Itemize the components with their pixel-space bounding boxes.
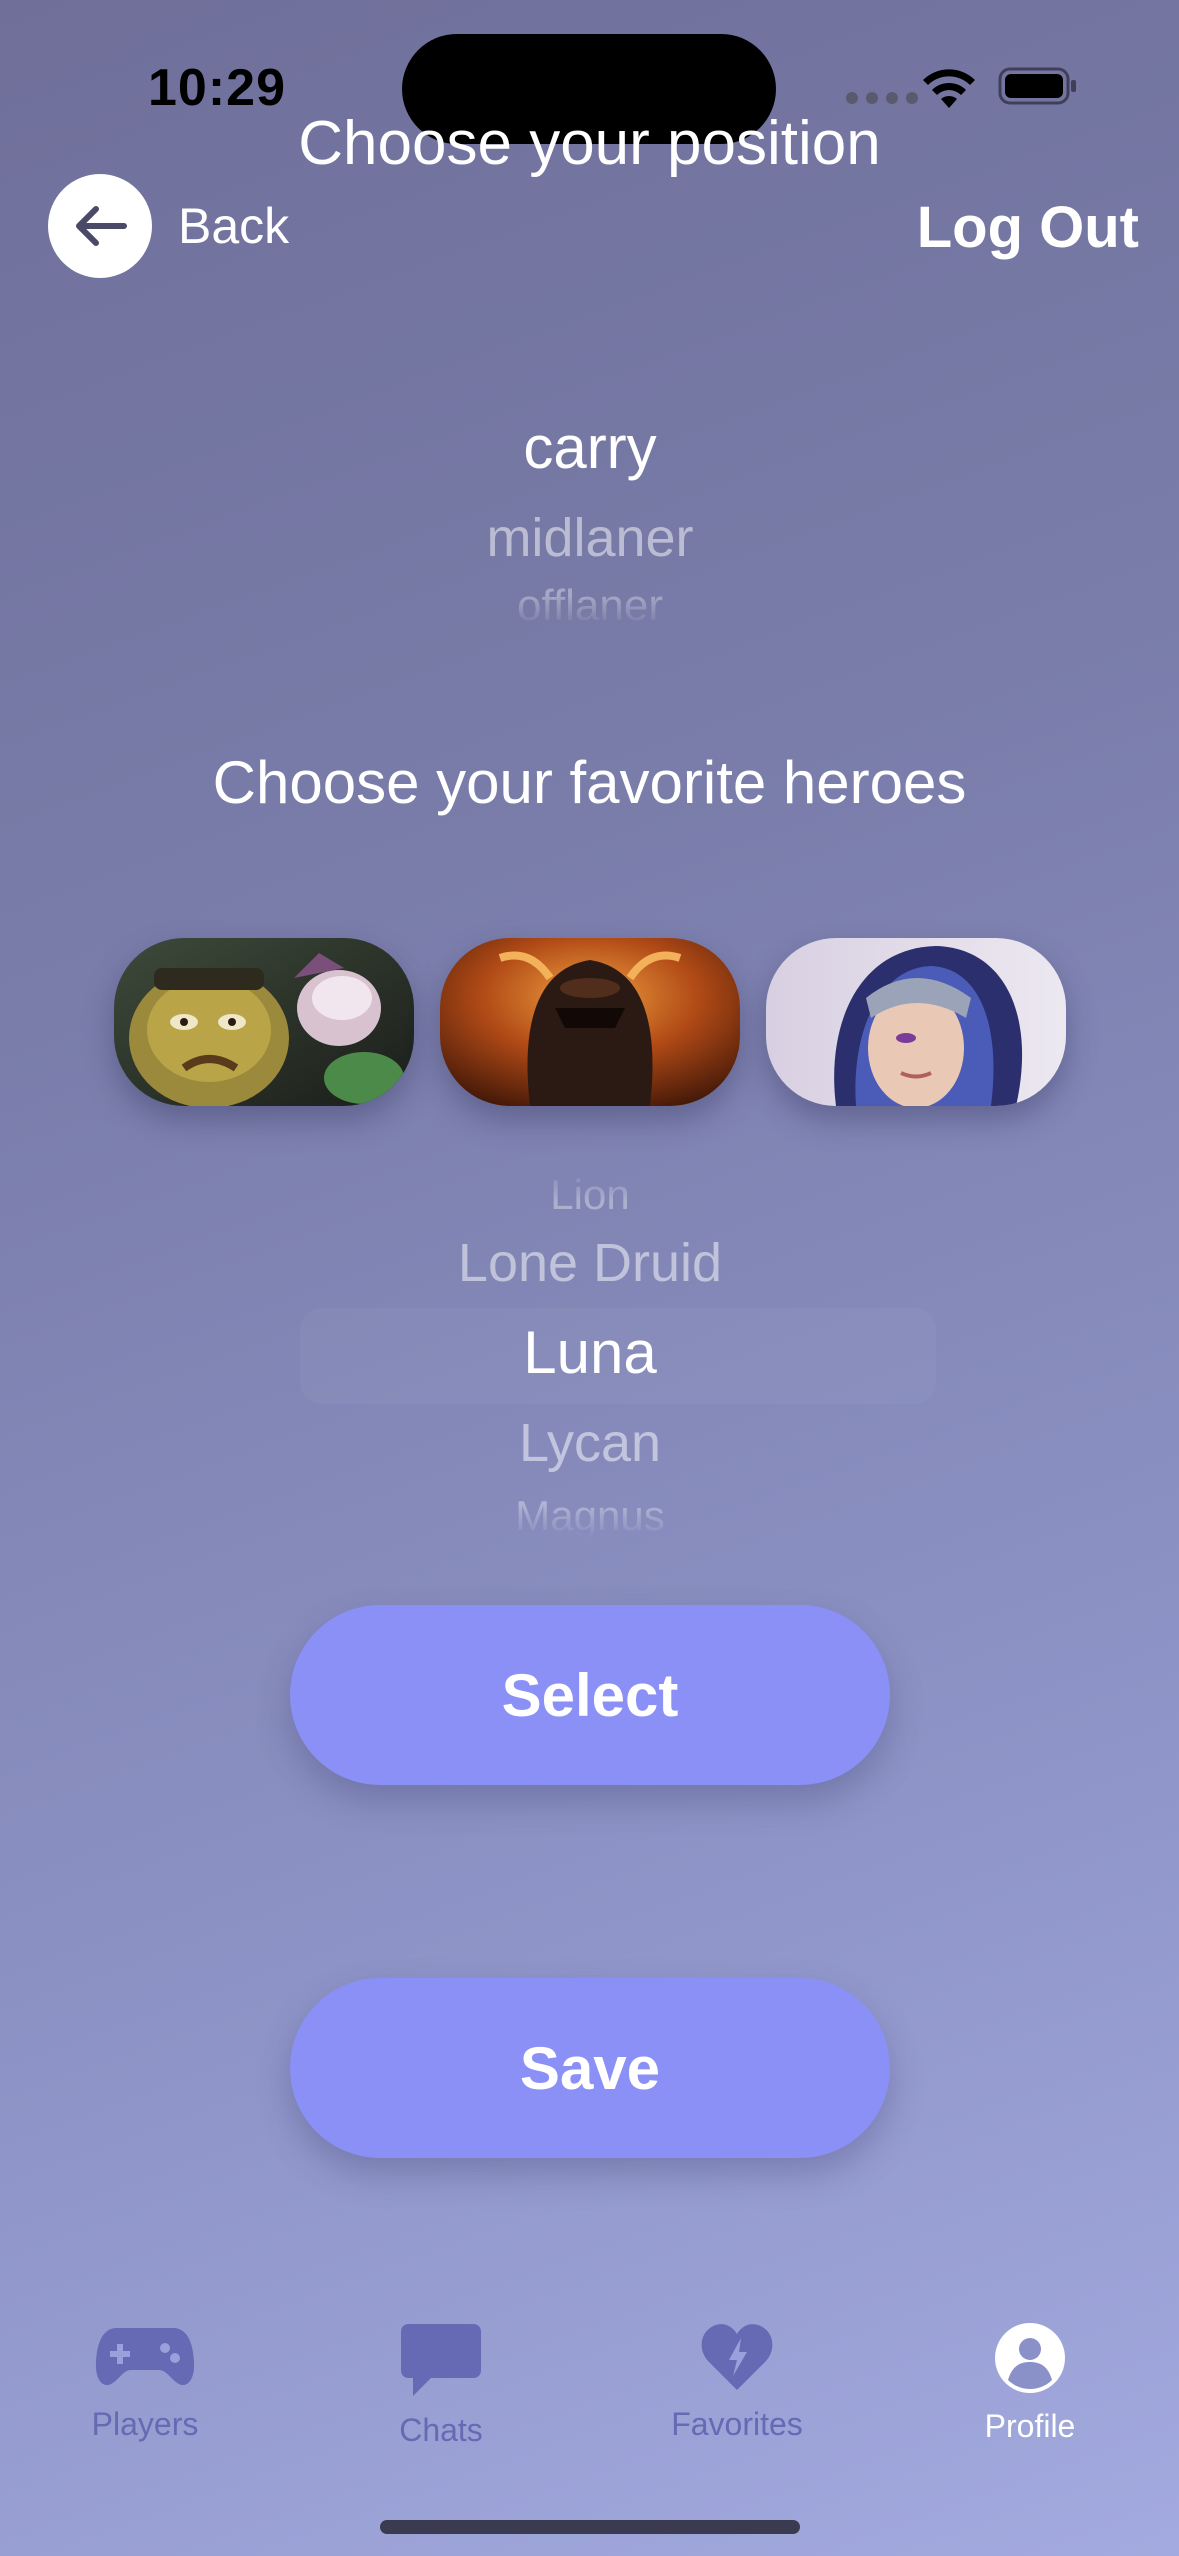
back-label[interactable]: Back [178,197,289,255]
hero-card-alchemist[interactable] [114,938,414,1106]
tab-players[interactable]: Players [35,2322,255,2443]
page-title: Choose your position [298,109,881,178]
tab-favorites[interactable]: Favorites [627,2322,847,2443]
tab-label: Players [91,2406,199,2442]
hero-option-selected[interactable]: Luna [240,1308,940,1398]
battery-icon [998,67,1076,105]
back-arrow-circle[interactable] [48,174,152,278]
chaos-knight-portrait [440,938,740,1106]
hero-option[interactable]: Lycan [240,1398,940,1488]
position-picker[interactable]: carry midlaner offlaner [240,400,940,632]
heroes-section-title: Choose your favorite heroes [212,749,967,816]
heart-bolt-icon [701,2324,773,2390]
favorite-heroes-row [114,938,1066,1106]
logout-button[interactable]: Log Out [917,194,1139,261]
luna-portrait [766,938,1066,1106]
hero-picker[interactable]: Lion Lone Druid Luna Lycan Magnus [240,1162,940,1544]
save-button[interactable]: Save [290,1978,890,2158]
gamepad-icon [95,2328,195,2386]
hero-card-chaos-knight[interactable] [440,938,740,1106]
home-indicator [380,2520,800,2534]
position-option-selected[interactable]: carry [240,400,940,496]
cellular-signal-icon [846,92,918,104]
alchemist-portrait [114,938,414,1106]
hero-option[interactable]: Lone Druid [240,1218,940,1308]
select-button[interactable]: Select [290,1605,890,1785]
tab-chats[interactable]: Chats [331,2322,551,2449]
hero-card-luna[interactable] [766,938,1066,1106]
tab-label: Chats [399,2412,483,2448]
position-option[interactable]: offlaner [240,580,940,632]
hero-option[interactable]: Magnus [240,1488,940,1544]
chat-bubble-icon [401,2324,481,2396]
position-option[interactable]: midlaner [240,496,940,580]
wifi-icon [923,69,975,108]
tab-label: Profile [984,2408,1076,2444]
tab-profile[interactable]: Profile [920,2322,1140,2445]
person-circle-icon [995,2323,1065,2393]
tab-label: Favorites [671,2406,803,2442]
arrow-left-icon [76,206,127,246]
hero-option[interactable]: Lion [240,1162,940,1218]
back-button[interactable]: Back [48,174,289,278]
